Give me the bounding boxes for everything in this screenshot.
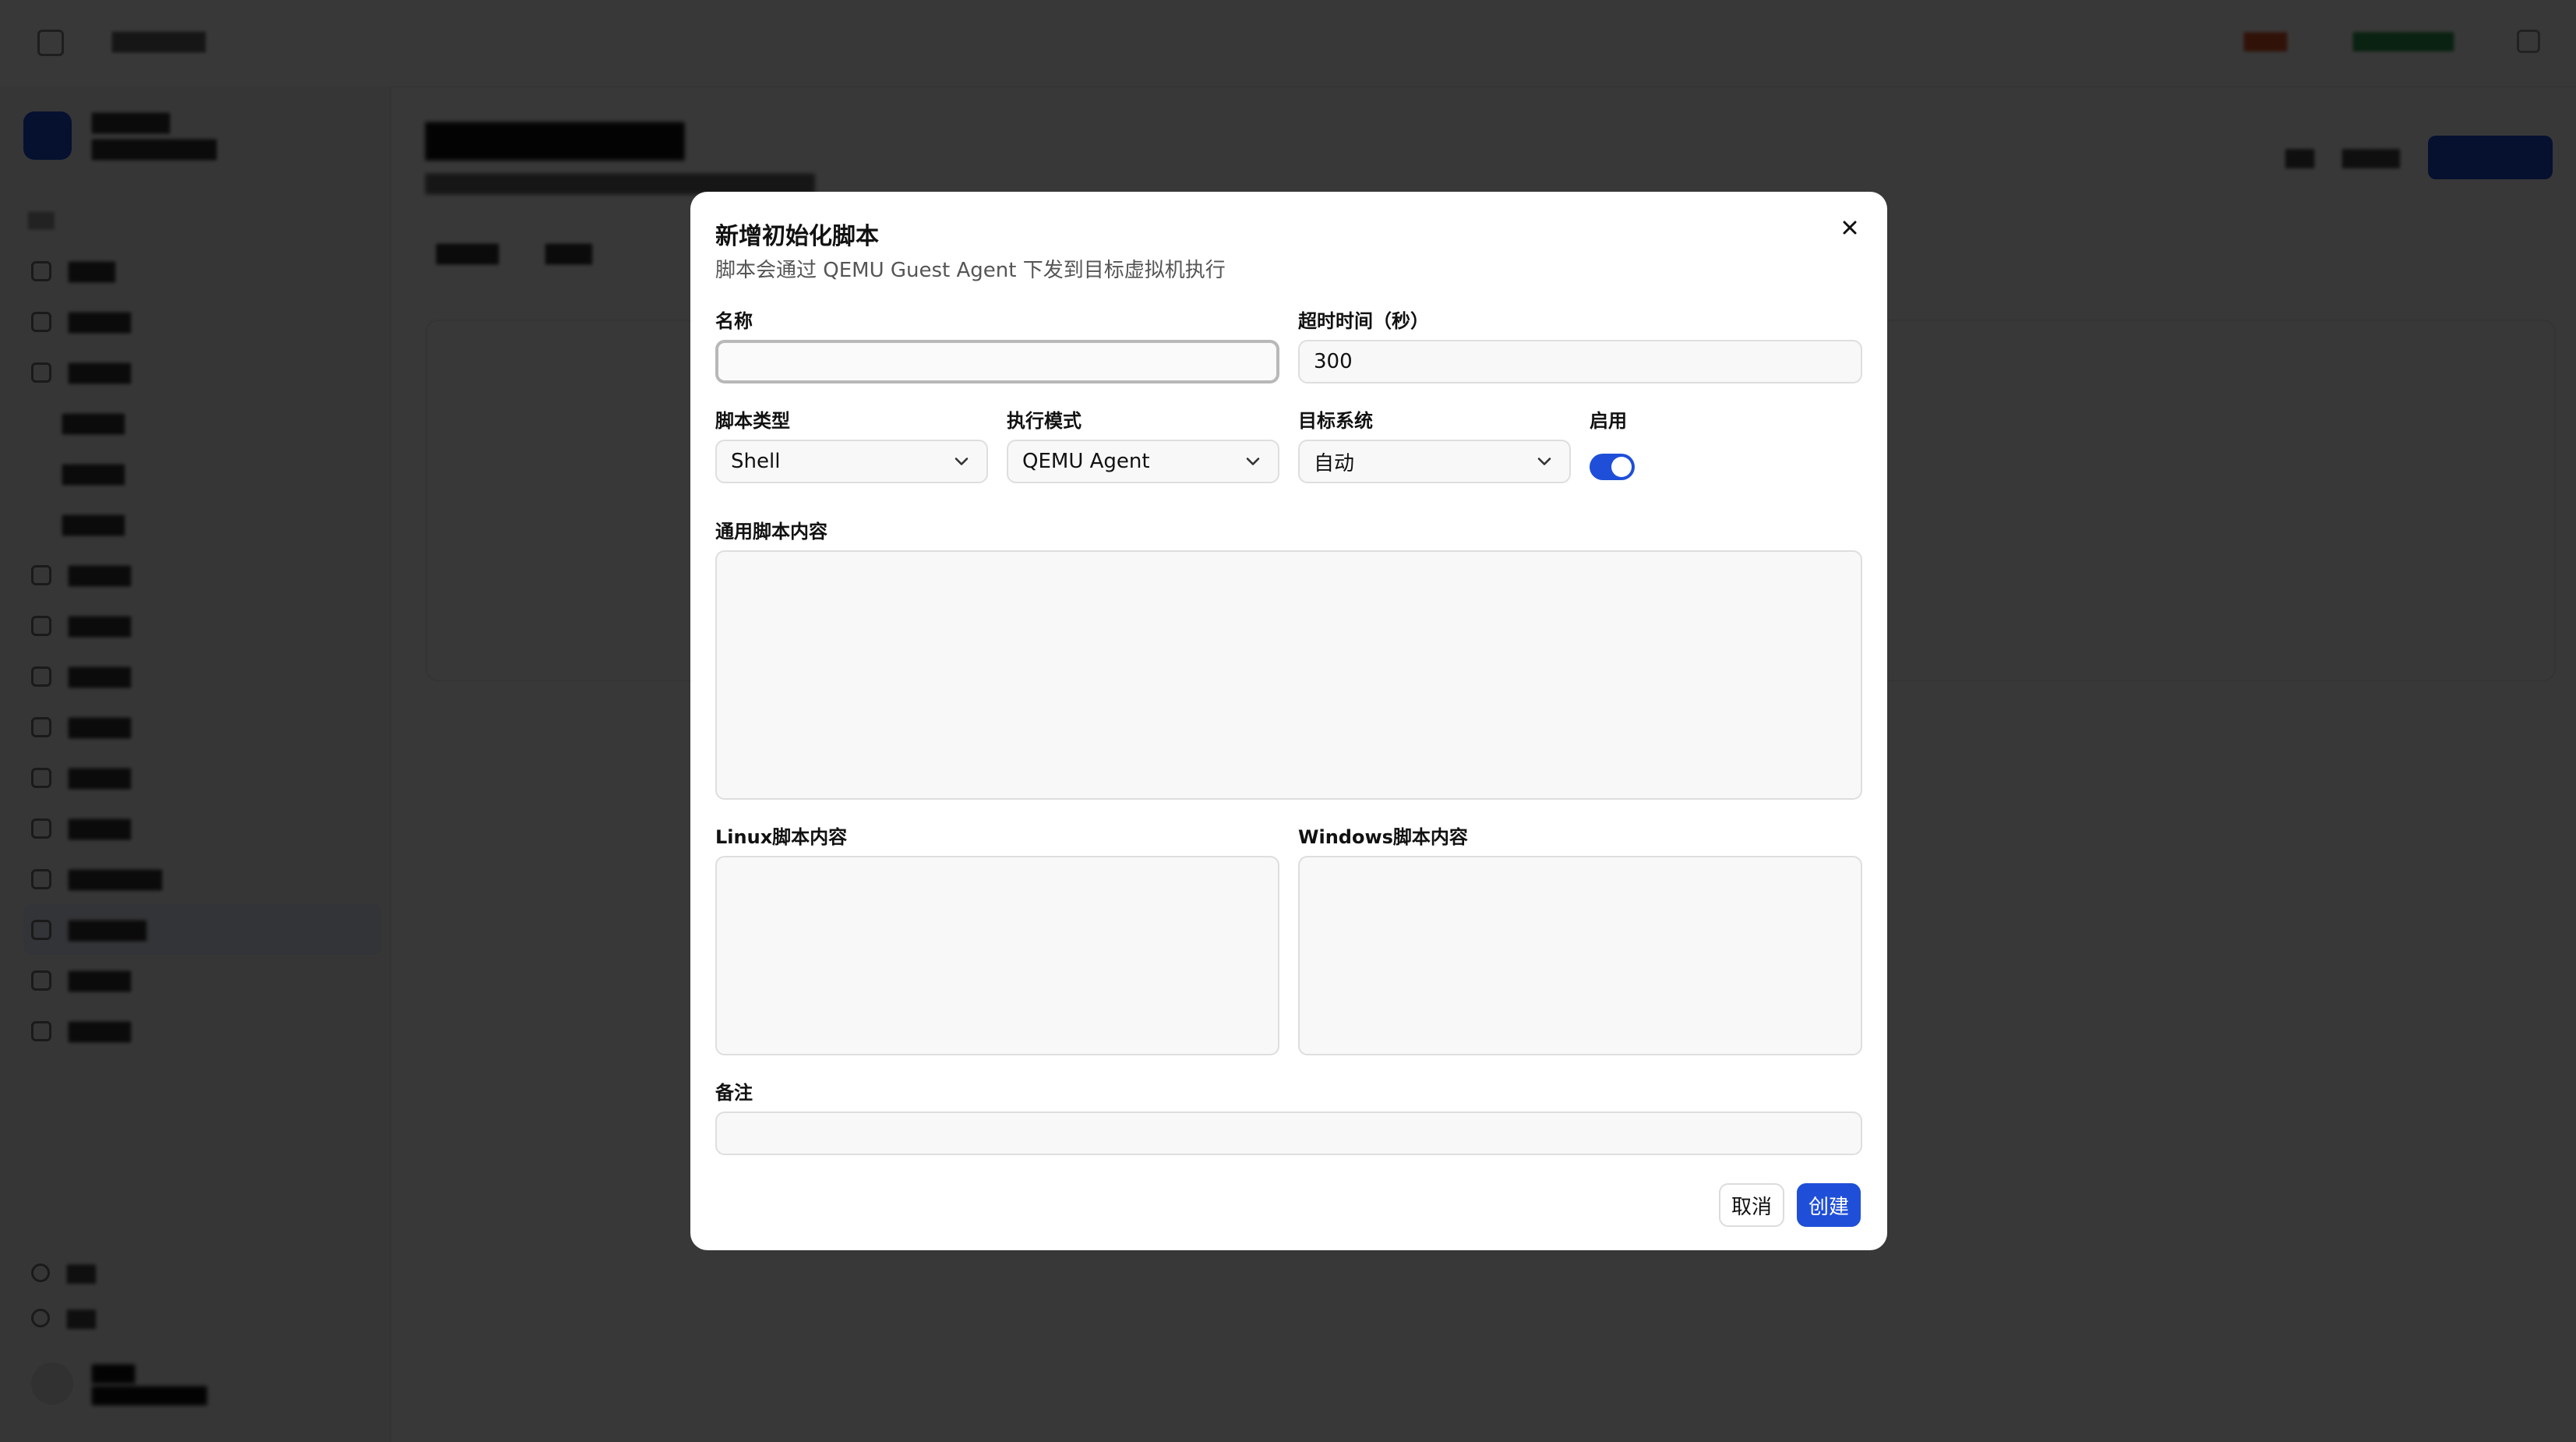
linux-script-textarea[interactable]: [715, 856, 1279, 1055]
timeout-label: 超时时间（秒）: [1298, 310, 1429, 332]
chevron-down-icon: [1246, 458, 1260, 465]
toggle-knob: [1611, 457, 1632, 477]
dialog-subtitle: 脚本会通过 QEMU Guest Agent 下发到目标虚拟机执行: [715, 259, 1226, 282]
common-script-label: 通用脚本内容: [715, 521, 827, 543]
timeout-input[interactable]: 300: [1298, 340, 1862, 383]
enabled-toggle[interactable]: [1590, 454, 1635, 480]
exec-mode-value: QEMU Agent: [1022, 450, 1150, 473]
script-type-value: Shell: [731, 450, 781, 473]
exec-mode-label: 执行模式: [1007, 410, 1082, 432]
windows-script-label: Windows脚本内容: [1298, 826, 1468, 848]
target-os-value: 自动: [1314, 451, 1355, 475]
name-label: 名称: [715, 310, 753, 332]
common-script-textarea[interactable]: [715, 550, 1862, 800]
remark-label: 备注: [715, 1082, 753, 1104]
name-input[interactable]: [715, 340, 1279, 383]
script-type-label: 脚本类型: [715, 410, 790, 432]
chevron-down-icon: [1537, 458, 1551, 465]
script-type-select[interactable]: Shell: [715, 440, 988, 483]
close-icon: [1843, 221, 1857, 235]
dialog-title: 新增初始化脚本: [715, 223, 879, 250]
linux-script-label: Linux脚本内容: [715, 826, 848, 848]
chevron-down-icon: [955, 458, 969, 465]
target-os-label: 目标系统: [1298, 410, 1373, 432]
create-script-dialog: 新增初始化脚本 脚本会通过 QEMU Guest Agent 下发到目标虚拟机执…: [690, 192, 1887, 1250]
target-os-select[interactable]: 自动: [1298, 440, 1571, 483]
windows-script-textarea[interactable]: [1298, 856, 1862, 1055]
close-button[interactable]: [1834, 212, 1865, 243]
remark-input[interactable]: [715, 1112, 1862, 1155]
exec-mode-select[interactable]: QEMU Agent: [1007, 440, 1279, 483]
cancel-button[interactable]: 取消: [1719, 1183, 1784, 1227]
create-button[interactable]: 创建: [1797, 1183, 1861, 1227]
enabled-label: 启用: [1590, 410, 1627, 432]
